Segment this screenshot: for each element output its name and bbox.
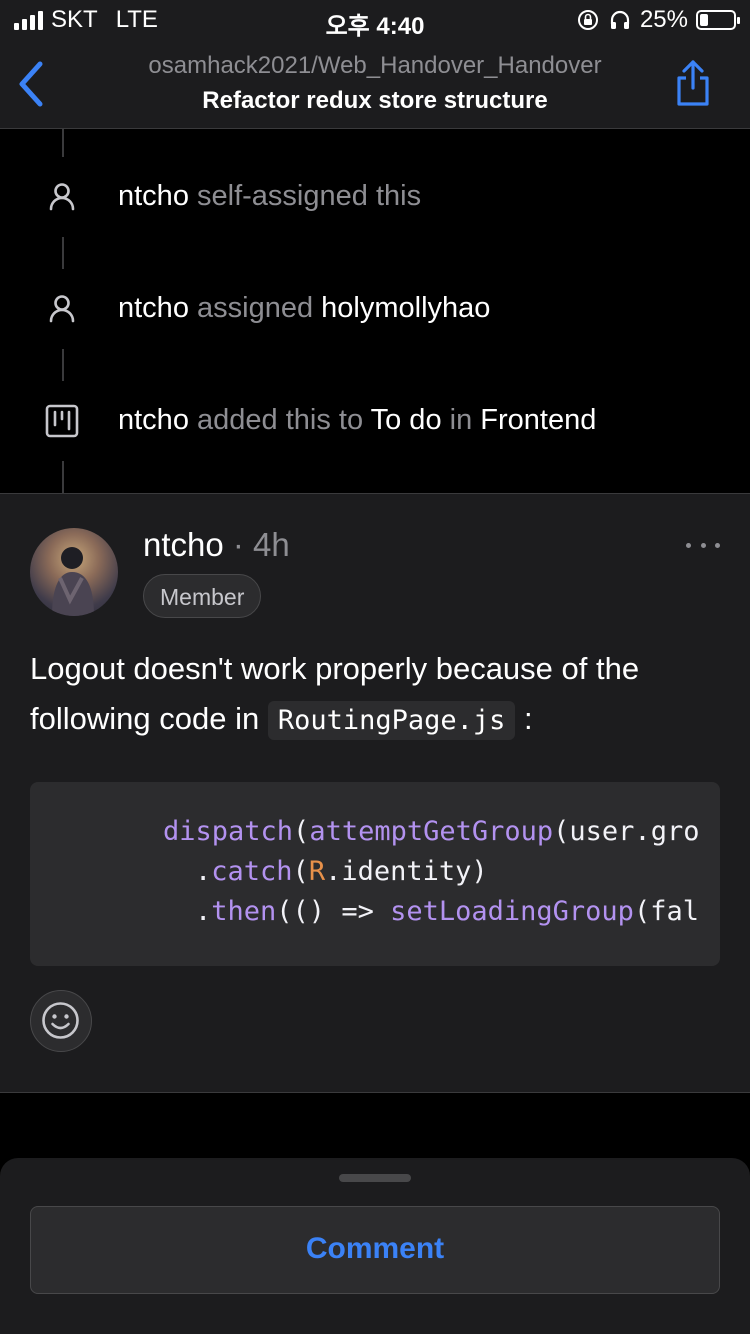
role-badge: Member — [143, 574, 262, 618]
timeline-connector — [62, 237, 64, 269]
event-text: added this to — [188, 404, 371, 436]
headphones-icon — [610, 10, 630, 29]
inline-code: RoutingPage.js — [267, 701, 516, 740]
person-icon — [49, 295, 75, 323]
repo-name[interactable]: osamhack2021/Web_Handover_Handover — [0, 52, 750, 80]
event-text: assigned — [188, 292, 322, 324]
smiley-icon — [42, 1002, 79, 1039]
timeline: ntcho self-assigned this ntcho assigned … — [0, 129, 750, 493]
avatar-image — [52, 547, 94, 616]
timeline-connector — [62, 129, 64, 157]
comment-body: Logout doesn't work properly because of … — [30, 644, 730, 746]
page-title: Refactor redux store structure — [202, 87, 548, 114]
person-icon — [49, 183, 75, 211]
code-line: .catch(R.identity) — [195, 856, 488, 887]
nav-bar: osamhack2021/Web_Handover_Handover Refac… — [0, 40, 750, 129]
sheet-grabber[interactable] — [339, 1174, 411, 1182]
event-assignee[interactable]: holymollyhao — [321, 292, 490, 324]
divider — [0, 1092, 750, 1093]
comment-body-text: : — [524, 701, 533, 736]
project-name[interactable]: Frontend — [480, 404, 596, 436]
timeline-connector — [62, 461, 64, 493]
project-column[interactable]: To do — [371, 404, 442, 436]
event-actor[interactable]: ntcho — [118, 292, 189, 324]
event-actor[interactable]: ntcho — [118, 180, 189, 212]
comment-card: ntcho · 4h Member Logout doesn't work pr… — [0, 494, 750, 1092]
timeline-event: ntcho assigned holymollyhao — [0, 279, 750, 339]
battery-percent: 25% — [639, 6, 688, 33]
avatar[interactable] — [30, 528, 118, 616]
timeline-connector — [62, 349, 64, 381]
comment-sheet: Comment — [0, 1158, 750, 1334]
share-icon[interactable] — [674, 58, 712, 108]
battery-icon — [696, 10, 740, 30]
status-bar: SKT LTE 오후 4:40 25% — [0, 0, 750, 40]
orientation-lock-icon — [577, 10, 598, 30]
code-line: .then(() => setLoadingGroup(fal — [195, 896, 699, 927]
comment-author[interactable]: ntcho — [143, 526, 224, 563]
event-text: in — [441, 404, 481, 436]
comment-time: · 4h — [223, 526, 290, 563]
code-line: dispatch(attemptGetGroup(user.gro — [163, 816, 700, 847]
event-actor[interactable]: ntcho — [118, 404, 189, 436]
timeline-event: ntcho self-assigned this — [0, 167, 750, 227]
project-icon — [45, 404, 79, 438]
comment-button[interactable]: Comment — [30, 1206, 720, 1294]
add-reaction-button[interactable] — [30, 990, 92, 1052]
code-block[interactable]: dispatch(attemptGetGroup(user.gro .catch… — [30, 782, 720, 966]
event-text: self-assigned this — [188, 180, 422, 212]
timeline-event: ntcho added this to To do in Frontend — [0, 391, 750, 451]
more-options-icon[interactable] — [686, 538, 720, 552]
